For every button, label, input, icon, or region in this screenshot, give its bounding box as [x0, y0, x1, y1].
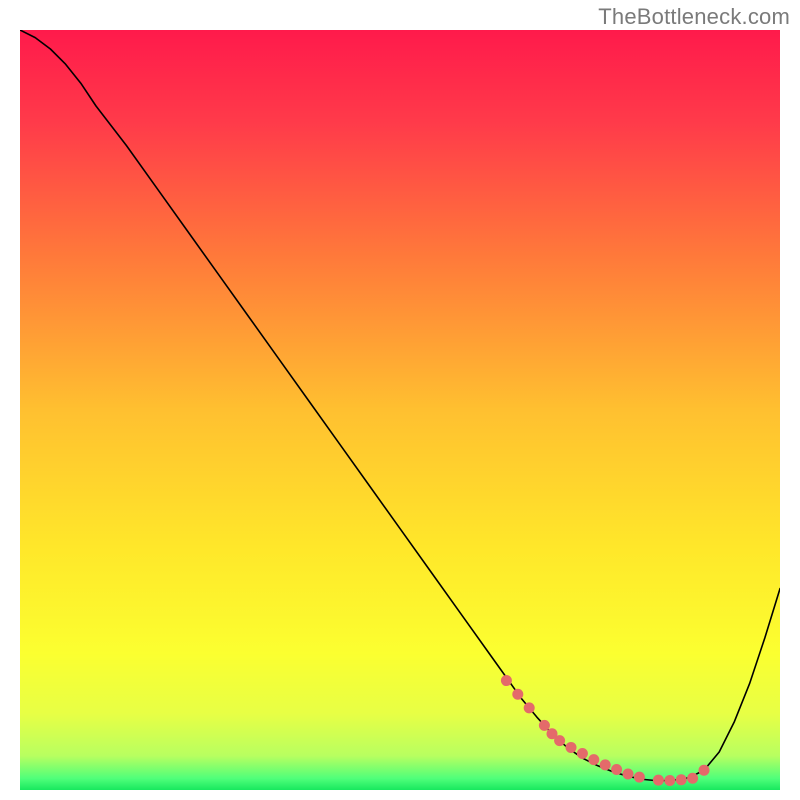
marker-dot [554, 735, 565, 746]
marker-dot [634, 772, 645, 783]
marker-dot [600, 759, 611, 770]
marker-dot [588, 754, 599, 765]
marker-dot [676, 774, 687, 785]
marker-dot [611, 764, 622, 775]
marker-dot [623, 769, 634, 780]
watermark-label: TheBottleneck.com [598, 4, 790, 30]
marker-dot [524, 702, 535, 713]
marker-dot [577, 748, 588, 759]
marker-dot [512, 689, 523, 700]
plot-svg [20, 30, 780, 790]
marker-dot [501, 675, 512, 686]
chart-container: TheBottleneck.com [0, 0, 800, 800]
gradient-background [20, 30, 780, 790]
marker-dot [566, 742, 577, 753]
marker-dot [664, 775, 675, 786]
marker-dot [699, 765, 710, 776]
marker-dot [653, 775, 664, 786]
marker-dot [687, 773, 698, 784]
plot-area [20, 30, 780, 790]
marker-dot [539, 720, 550, 731]
